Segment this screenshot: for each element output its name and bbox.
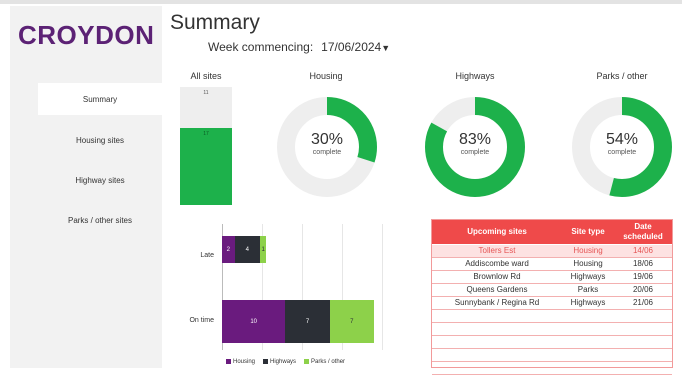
bar-segment-on-time-highways: 7 xyxy=(285,300,330,343)
cell-site: Addiscombe ward xyxy=(465,259,529,268)
parks-label: Parks / other xyxy=(596,71,648,81)
on-time-label: On time xyxy=(189,317,214,324)
status-bar-chart: 2 4 1 10 7 7 xyxy=(222,224,412,350)
highways-complete-label: complete xyxy=(460,149,490,156)
chart-gridline xyxy=(382,224,383,350)
cell-date: 19/06 xyxy=(632,272,654,281)
bar-segment-on-time-housing: 10 xyxy=(222,300,286,343)
dropdown-caret-icon: ▼ xyxy=(381,43,391,53)
bar-value-label: 1 xyxy=(261,246,265,253)
sidebar-item-highway-sites[interactable]: Highway sites xyxy=(38,164,162,196)
header-site-type: Site type xyxy=(571,227,605,236)
table-header: Upcoming sites Site type Date scheduled xyxy=(432,220,672,244)
week-value: 17/06/2024 xyxy=(321,40,382,54)
header-date-scheduled: Date scheduled xyxy=(623,222,663,241)
table-row xyxy=(432,310,672,323)
legend-housing: Housing xyxy=(226,359,255,365)
table-row[interactable]: Sunnybank / Regina Rd Highways 21/06 xyxy=(432,297,672,310)
table-row[interactable]: Tollers Est Housing 14/06 xyxy=(432,245,672,258)
highways-label: Highways xyxy=(455,71,495,81)
week-label: Week commencing: xyxy=(208,40,314,54)
cell-date: 21/06 xyxy=(632,298,654,307)
legend-highways: Highways xyxy=(263,359,296,365)
table-row[interactable]: Queens Gardens Parks 20/06 xyxy=(432,284,672,297)
table-row xyxy=(432,336,672,349)
cell-type: Highways xyxy=(570,298,606,307)
cell-type: Highways xyxy=(570,272,606,281)
all-sites-top-value: 11 xyxy=(203,90,209,96)
housing-label: Housing xyxy=(309,71,343,81)
bar-value-label: 7 xyxy=(305,318,310,325)
all-sites-label: All sites xyxy=(190,71,222,81)
all-sites-bottom-value: 17 xyxy=(203,131,209,138)
late-label: Late xyxy=(200,252,214,259)
legend-parks: Parks / other xyxy=(304,359,345,365)
bar-segment-late-highways: 4 xyxy=(234,236,260,263)
all-sites-bar: 11 17 xyxy=(180,87,232,205)
bar-value-label: 7 xyxy=(350,318,354,325)
sidebar-item-summary[interactable]: Summary xyxy=(38,83,162,115)
bar-segment-late-parks-other: 1 xyxy=(260,236,267,263)
croydon-logo: CROYDON xyxy=(18,20,155,50)
cell-type: Housing xyxy=(573,246,603,255)
bar-segment-late-housing: 2 xyxy=(222,236,235,263)
parks-donut: 54% complete xyxy=(571,96,673,198)
table-row xyxy=(432,349,672,362)
cell-date: 14/06 xyxy=(632,246,654,255)
bar-value-label: 4 xyxy=(245,246,249,253)
cell-site: Tollers Est xyxy=(478,246,516,255)
highways-donut: 83% complete xyxy=(424,96,526,198)
parks-percent: 54% xyxy=(605,131,639,148)
week-selector: Week commencing: 17/06/2024▼ xyxy=(208,40,390,54)
cell-type: Parks xyxy=(577,285,599,294)
housing-percent: 30% xyxy=(310,131,344,148)
chart-legend: Housing Highways Parks / other xyxy=(226,359,345,365)
cell-site: Sunnybank / Regina Rd xyxy=(454,298,540,307)
highways-percent: 83% xyxy=(458,131,492,148)
upcoming-sites-table: Upcoming sites Site type Date scheduled … xyxy=(431,219,673,375)
housing-donut: 30% complete xyxy=(276,96,378,198)
cell-site: Brownlow Rd xyxy=(473,272,521,281)
bar-value-label: 10 xyxy=(250,318,257,325)
sidebar-item-parks-sites[interactable]: Parks / other sites xyxy=(38,204,162,236)
cell-date: 20/06 xyxy=(632,285,654,294)
table-row xyxy=(432,323,672,336)
bar-segment-on-time-parks-other: 7 xyxy=(329,300,374,343)
cell-type: Housing xyxy=(573,259,603,268)
header-upcoming-sites: Upcoming sites xyxy=(467,227,527,236)
all-sites-fill: 17 xyxy=(180,128,232,205)
sidebar-item-housing-sites[interactable]: Housing sites xyxy=(38,124,162,156)
table-row[interactable]: Brownlow Rd Highways 19/06 xyxy=(432,271,672,284)
table-row[interactable]: Addiscombe ward Housing 18/06 xyxy=(432,258,672,271)
week-dropdown[interactable]: 17/06/2024▼ xyxy=(321,40,390,54)
cell-site: Queens Gardens xyxy=(466,285,528,294)
page-title: Summary xyxy=(170,11,260,34)
table-row xyxy=(432,362,672,375)
bar-value-label: 2 xyxy=(226,246,230,253)
housing-complete-label: complete xyxy=(312,149,342,156)
top-border xyxy=(0,0,682,4)
cell-date: 18/06 xyxy=(632,259,654,268)
parks-complete-label: complete xyxy=(607,149,637,156)
